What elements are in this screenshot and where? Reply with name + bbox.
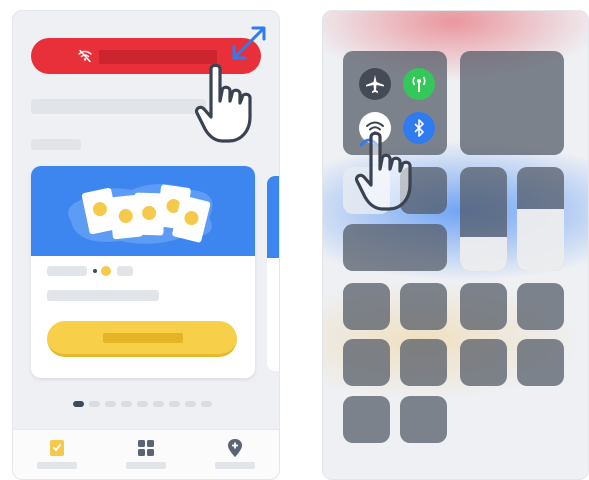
tab-explore[interactable] <box>124 438 168 474</box>
notebook-icon <box>50 440 64 456</box>
page-dot[interactable] <box>121 401 132 407</box>
volume-slider[interactable] <box>517 167 564 271</box>
control-tile[interactable] <box>400 283 447 330</box>
page-dot[interactable] <box>105 401 116 407</box>
card-illustration <box>31 166 255 256</box>
tab-bar <box>13 429 279 479</box>
control-tile[interactable] <box>517 283 564 330</box>
brightness-slider[interactable] <box>460 167 507 271</box>
control-tile[interactable] <box>400 396 447 443</box>
control-tile[interactable] <box>517 339 564 386</box>
airplane-icon <box>366 75 384 93</box>
cellular-icon <box>412 76 426 92</box>
page-dot[interactable] <box>137 401 148 407</box>
description-placeholder <box>47 290 159 301</box>
control-tile[interactable] <box>460 339 507 386</box>
airplane-mode-toggle[interactable] <box>359 68 391 100</box>
page-dot[interactable] <box>89 401 100 407</box>
meta-separator <box>93 269 97 273</box>
control-tile[interactable] <box>460 283 507 330</box>
app-screen <box>12 10 280 480</box>
page-dot[interactable] <box>73 401 84 407</box>
carousel-pagination <box>73 401 223 409</box>
hand-pointer-icon <box>194 63 252 143</box>
next-card-peek[interactable] <box>267 176 279 371</box>
tab-lessons[interactable] <box>35 438 79 474</box>
start-button-label-placeholder <box>103 333 183 343</box>
emoji-cards-illustration <box>68 184 213 244</box>
media-player-tile[interactable] <box>460 51 564 155</box>
tab-label-placeholder <box>215 462 255 469</box>
tab-places[interactable] <box>213 438 257 474</box>
page-dot[interactable] <box>153 401 164 407</box>
control-tile[interactable] <box>400 339 447 386</box>
control-tile[interactable] <box>343 339 390 386</box>
screen-mirroring-tile[interactable] <box>343 224 447 271</box>
control-tile[interactable] <box>343 396 390 443</box>
grid-icon <box>138 440 154 456</box>
start-button[interactable] <box>47 321 237 357</box>
tab-label-placeholder <box>37 462 77 469</box>
control-center-screen <box>322 10 589 480</box>
page-dot[interactable] <box>185 401 196 407</box>
brightness-level <box>460 236 507 271</box>
meta-placeholder <box>47 266 87 276</box>
lesson-card[interactable] <box>31 166 255 378</box>
coin-count-placeholder <box>117 266 133 276</box>
subheading-placeholder <box>31 139 81 150</box>
control-tile[interactable] <box>343 283 390 330</box>
map-pin-plus-icon <box>228 439 242 457</box>
heading-placeholder <box>31 99 206 114</box>
volume-level <box>517 208 564 271</box>
page-dot[interactable] <box>169 401 180 407</box>
coin-icon <box>101 266 111 276</box>
page-dot[interactable] <box>201 401 212 407</box>
cellular-data-toggle[interactable] <box>403 68 435 100</box>
hand-pointer-icon <box>354 131 412 211</box>
tab-label-placeholder <box>126 462 166 469</box>
wifi-off-icon <box>78 49 92 63</box>
